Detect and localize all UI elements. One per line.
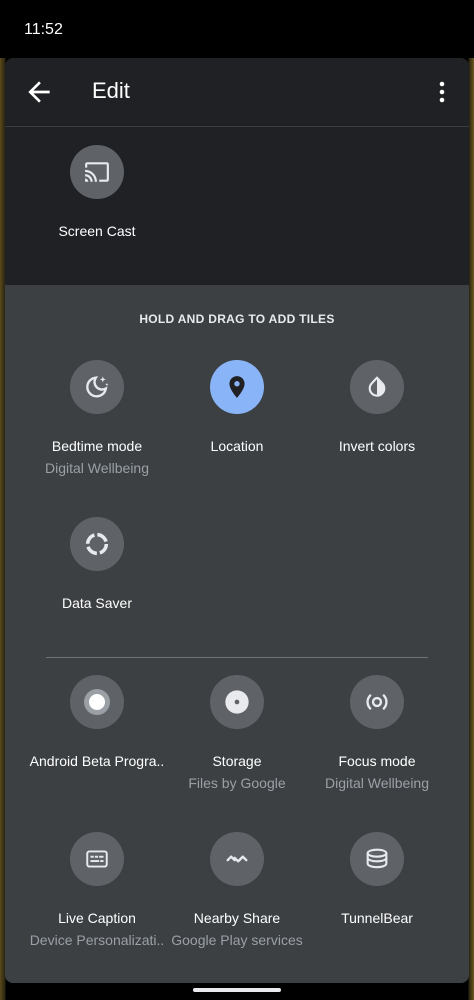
drag-hint: HOLD AND DRAG TO ADD TILES: [139, 312, 335, 326]
tile-label: Screen Cast: [58, 223, 136, 239]
tile-data-saver[interactable]: Data Saver: [27, 517, 167, 611]
tile-sublabel: Google Play services: [171, 932, 303, 948]
more-vert-icon[interactable]: [429, 78, 455, 106]
live-caption-icon: [70, 832, 124, 886]
tile-label: Location: [210, 438, 264, 454]
tile-location[interactable]: Location: [167, 360, 307, 454]
tile-bedtime-mode[interactable]: Bedtime mode Digital Wellbeing: [27, 360, 167, 476]
bedtime-moon-icon: [70, 360, 124, 414]
tile-label: Data Saver: [61, 595, 133, 611]
tile-label: Invert colors: [338, 438, 416, 454]
toolbar: Edit: [5, 58, 469, 126]
status-bar: 11:52: [0, 0, 474, 58]
data-saver-icon: [70, 517, 124, 571]
tile-tunnelbear[interactable]: TunnelBear: [307, 832, 447, 926]
tile-android-beta[interactable]: Android Beta Progra..: [27, 675, 167, 769]
tile-invert-colors[interactable]: Invert colors: [307, 360, 447, 454]
tunnelbear-icon: [350, 832, 404, 886]
invert-colors-icon: [350, 360, 404, 414]
tile-label: Focus mode: [338, 753, 416, 769]
tile-screen-cast[interactable]: Screen Cast: [27, 145, 167, 239]
tile-label: TunnelBear: [341, 910, 413, 926]
tile-sublabel: Device Personalizati..: [29, 932, 165, 948]
location-pin-icon: [210, 360, 264, 414]
cast-icon: [70, 145, 124, 199]
navigation-handle[interactable]: [193, 988, 281, 992]
section-divider: [46, 657, 428, 658]
tile-sublabel: Files by Google: [188, 775, 286, 791]
tile-label: Bedtime mode: [51, 438, 143, 454]
storage-disc-icon: [210, 675, 264, 729]
tile-sublabel: Digital Wellbeing: [44, 460, 149, 476]
tile-label: Android Beta Progra..: [29, 753, 165, 769]
tile-label: Live Caption: [58, 910, 136, 926]
tile-live-caption[interactable]: Live Caption Device Personalizati..: [27, 832, 167, 948]
nearby-share-icon: [210, 832, 264, 886]
page-title: Edit: [92, 78, 130, 103]
tile-nearby-share[interactable]: Nearby Share Google Play services: [167, 832, 307, 948]
status-time: 11:52: [24, 21, 63, 38]
tile-focus-mode[interactable]: Focus mode Digital Wellbeing: [307, 675, 447, 791]
tile-label: Nearby Share: [193, 910, 281, 926]
tile-label: Storage: [212, 753, 262, 769]
edit-tiles-panel: Edit Screen Cast HOLD AND DRAG TO ADD TI…: [5, 58, 469, 983]
android-beta-icon: [70, 675, 124, 729]
arrow-left-icon[interactable]: [23, 76, 55, 108]
focus-mode-icon: [350, 675, 404, 729]
tile-sublabel: Digital Wellbeing: [324, 775, 429, 791]
tile-storage[interactable]: Storage Files by Google: [167, 675, 307, 791]
